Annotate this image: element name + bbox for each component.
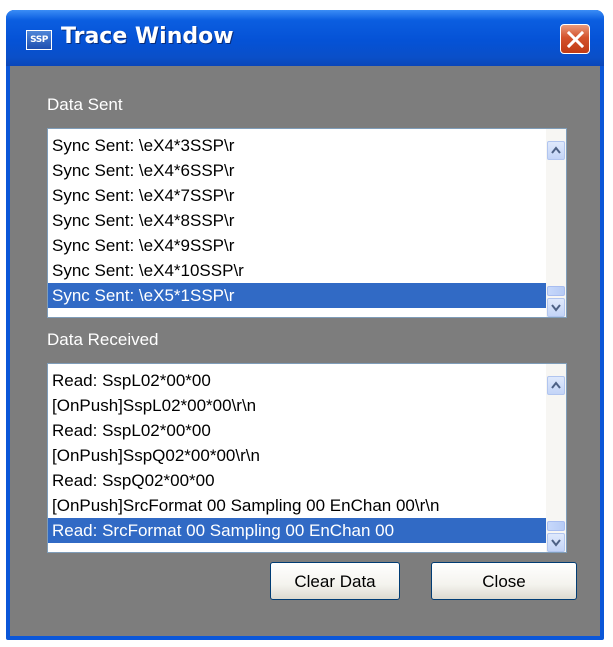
chevron-up-icon	[551, 381, 561, 389]
title-bar[interactable]: SSP Trace Window	[6, 10, 604, 66]
data-received-label: Data Received	[47, 330, 159, 349]
data-received-items: Read: SspL02*00*00 [OnPush]SspL02*00*00\r…	[48, 368, 546, 543]
list-item[interactable]: Sync Sent: \eX4*7SSP\r	[48, 183, 546, 208]
window-title: Trace Window	[61, 24, 234, 49]
scroll-down-button[interactable]	[547, 533, 565, 552]
list-item[interactable]: Sync Sent: \eX4*6SSP\r	[48, 158, 546, 183]
list-item[interactable]: [OnPush]SspL02*00*00\r\n	[48, 393, 546, 418]
data-received-scrollbar[interactable]	[546, 364, 566, 552]
chevron-down-icon	[551, 539, 561, 547]
list-item[interactable]: Sync Sent: \eX5*1SSP\r	[48, 283, 546, 308]
list-item[interactable]: [OnPush]SrcFormat 00 Sampling 00 EnChan …	[48, 493, 546, 518]
scroll-thumb[interactable]	[547, 521, 565, 531]
scroll-up-button[interactable]	[547, 376, 565, 395]
trace-window: SSP Trace Window Data Sent Sync Sent: \e…	[6, 10, 604, 640]
scroll-thumb[interactable]	[547, 286, 565, 296]
close-icon	[567, 31, 584, 48]
chevron-down-icon	[551, 304, 561, 312]
window-close-button[interactable]	[560, 24, 590, 54]
data-sent-items: Sync Sent: \eX4*3SSP\r Sync Sent: \eX4*6S…	[48, 133, 546, 308]
list-item[interactable]: Sync Sent: \eX4*9SSP\r	[48, 233, 546, 258]
client-area: Data Sent Sync Sent: \eX4*3SSP\r Sync Sen…	[10, 66, 600, 636]
clear-data-button[interactable]: Clear Data	[270, 562, 400, 600]
ssp-app-icon: SSP	[26, 30, 52, 50]
list-item[interactable]: Sync Sent: \eX4*3SSP\r	[48, 133, 546, 158]
scroll-down-button[interactable]	[547, 298, 565, 317]
scroll-up-button[interactable]	[547, 141, 565, 160]
list-item[interactable]: Read: SspQ02*00*00	[48, 468, 546, 493]
list-item[interactable]: Read: SspL02*00*00	[48, 368, 546, 393]
close-button[interactable]: Close	[431, 562, 577, 600]
data-sent-label: Data Sent	[47, 95, 123, 114]
list-item[interactable]: Sync Sent: \eX4*8SSP\r	[48, 208, 546, 233]
list-item[interactable]: Read: SspL02*00*00	[48, 418, 546, 443]
chevron-up-icon	[551, 146, 561, 154]
list-item[interactable]: [OnPush]SspQ02*00*00\r\n	[48, 443, 546, 468]
data-received-list[interactable]: Read: SspL02*00*00 [OnPush]SspL02*00*00\r…	[47, 363, 567, 553]
list-item[interactable]: Sync Sent: \eX4*10SSP\r	[48, 258, 546, 283]
data-sent-scrollbar[interactable]	[546, 129, 566, 317]
list-item[interactable]: Read: SrcFormat 00 Sampling 00 EnChan 00	[48, 518, 546, 543]
data-sent-list[interactable]: Sync Sent: \eX4*3SSP\r Sync Sent: \eX4*6S…	[47, 128, 567, 318]
